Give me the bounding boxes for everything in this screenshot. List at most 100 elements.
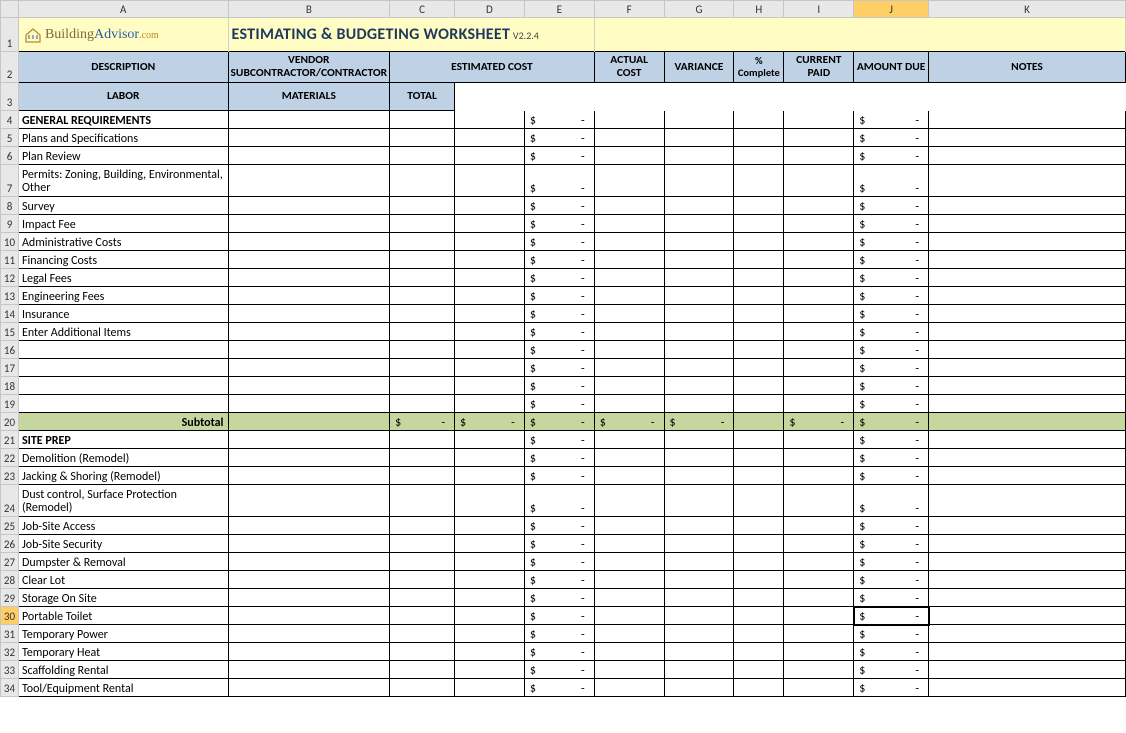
cell-5-A[interactable]: Plans and Specifications	[18, 129, 228, 147]
col-header-C[interactable]: C	[390, 1, 455, 18]
col-header-H[interactable]: H	[734, 1, 784, 18]
cell-26-A[interactable]: Job-Site Security	[18, 535, 228, 553]
cell-12-K[interactable]	[929, 269, 1126, 287]
cell-33-C[interactable]	[390, 661, 455, 679]
cell-33-H[interactable]	[734, 661, 784, 679]
cell-23-D[interactable]	[455, 467, 525, 485]
cell-5-B[interactable]	[228, 129, 390, 147]
cell-5-H[interactable]	[734, 129, 784, 147]
cell-6-A[interactable]: Plan Review	[18, 147, 228, 165]
cell-10-I[interactable]	[784, 233, 854, 251]
cell-21-D[interactable]	[455, 431, 525, 449]
cell-31-J[interactable]: $-	[854, 625, 929, 643]
cell-6-E[interactable]: $-	[524, 147, 594, 165]
cell-31-I[interactable]	[784, 625, 854, 643]
cell-12-E[interactable]: $-	[524, 269, 594, 287]
row-header-16[interactable]: 16	[1, 341, 19, 359]
cell-7-B[interactable]	[228, 165, 390, 197]
cell-19-B[interactable]	[228, 395, 390, 413]
cell-10-G[interactable]	[664, 233, 734, 251]
cell-22-J[interactable]: $-	[854, 449, 929, 467]
cell-16-I[interactable]	[784, 341, 854, 359]
cell-30-A[interactable]: Portable Toilet	[18, 607, 228, 625]
cell-20-K[interactable]	[929, 413, 1126, 431]
cell-28-H[interactable]	[734, 571, 784, 589]
cell-4-G[interactable]	[664, 111, 734, 129]
cell-14-C[interactable]	[390, 305, 455, 323]
cell-5-E[interactable]: $-	[524, 129, 594, 147]
cell-15-G[interactable]	[664, 323, 734, 341]
cell-31-H[interactable]	[734, 625, 784, 643]
col-header-I[interactable]: I	[784, 1, 854, 18]
cell-15-I[interactable]	[784, 323, 854, 341]
cell-13-A[interactable]: Engineering Fees	[18, 287, 228, 305]
col-header-J[interactable]: J	[854, 1, 929, 18]
cell-14-H[interactable]	[734, 305, 784, 323]
cell-30-B[interactable]	[228, 607, 390, 625]
cell-31-D[interactable]	[455, 625, 525, 643]
cell-27-K[interactable]	[929, 553, 1126, 571]
cell-13-H[interactable]	[734, 287, 784, 305]
cell-17-K[interactable]	[929, 359, 1126, 377]
cell-6-F[interactable]	[594, 147, 664, 165]
row-header-3[interactable]: 3	[1, 83, 19, 111]
cell-17-G[interactable]	[664, 359, 734, 377]
cell-4-D[interactable]	[455, 111, 525, 129]
cell-9-K[interactable]	[929, 215, 1126, 233]
cell-13-C[interactable]	[390, 287, 455, 305]
cell-31-E[interactable]: $-	[524, 625, 594, 643]
cell-32-E[interactable]: $-	[524, 643, 594, 661]
cell-21-F[interactable]	[594, 431, 664, 449]
cell-28-B[interactable]	[228, 571, 390, 589]
row-header-12[interactable]: 12	[1, 269, 19, 287]
cell-10-H[interactable]	[734, 233, 784, 251]
cell-20-I[interactable]: $-	[784, 413, 854, 431]
row-header-26[interactable]: 26	[1, 535, 19, 553]
cell-27-G[interactable]	[664, 553, 734, 571]
col-header-A[interactable]: A	[18, 1, 228, 18]
row-header-24[interactable]: 24	[1, 485, 19, 517]
cell-12-F[interactable]	[594, 269, 664, 287]
cell-29-A[interactable]: Storage On Site	[18, 589, 228, 607]
cell-22-A[interactable]: Demolition (Remodel)	[18, 449, 228, 467]
cell-27-B[interactable]	[228, 553, 390, 571]
cell-11-K[interactable]	[929, 251, 1126, 269]
row-header-15[interactable]: 15	[1, 323, 19, 341]
cell-33-D[interactable]	[455, 661, 525, 679]
cell-30-H[interactable]	[734, 607, 784, 625]
cell-7-K[interactable]	[929, 165, 1126, 197]
cell-5-D[interactable]	[455, 129, 525, 147]
cell-11-E[interactable]: $-	[524, 251, 594, 269]
cell-21-K[interactable]	[929, 431, 1126, 449]
row-header-2[interactable]: 2	[1, 52, 19, 83]
cell-34-H[interactable]	[734, 679, 784, 697]
cell-11-I[interactable]	[784, 251, 854, 269]
cell-22-D[interactable]	[455, 449, 525, 467]
cell-11-H[interactable]	[734, 251, 784, 269]
cell-16-F[interactable]	[594, 341, 664, 359]
cell-19-C[interactable]	[390, 395, 455, 413]
cell-24-D[interactable]	[455, 485, 525, 517]
cell-15-J[interactable]: $-	[854, 323, 929, 341]
cell-6-I[interactable]	[784, 147, 854, 165]
cell-28-K[interactable]	[929, 571, 1126, 589]
cell-16-C[interactable]	[390, 341, 455, 359]
cell-23-A[interactable]: Jacking & Shoring (Remodel)	[18, 467, 228, 485]
cell-9-I[interactable]	[784, 215, 854, 233]
cell-28-C[interactable]	[390, 571, 455, 589]
cell-7-A[interactable]: Permits: Zoning, Building, Environmental…	[18, 165, 228, 197]
col-header-corner[interactable]	[1, 1, 19, 18]
cell-34-D[interactable]	[455, 679, 525, 697]
cell-25-E[interactable]: $-	[524, 517, 594, 535]
cell-20-H[interactable]	[734, 413, 784, 431]
cell-8-J[interactable]: $-	[854, 197, 929, 215]
cell-13-F[interactable]	[594, 287, 664, 305]
cell-20-C[interactable]: $-	[390, 413, 455, 431]
cell-25-D[interactable]	[455, 517, 525, 535]
cell-8-G[interactable]	[664, 197, 734, 215]
cell-16-J[interactable]: $-	[854, 341, 929, 359]
cell-6-H[interactable]	[734, 147, 784, 165]
cell-15-K[interactable]	[929, 323, 1126, 341]
cell-15-E[interactable]: $-	[524, 323, 594, 341]
cell-13-I[interactable]	[784, 287, 854, 305]
